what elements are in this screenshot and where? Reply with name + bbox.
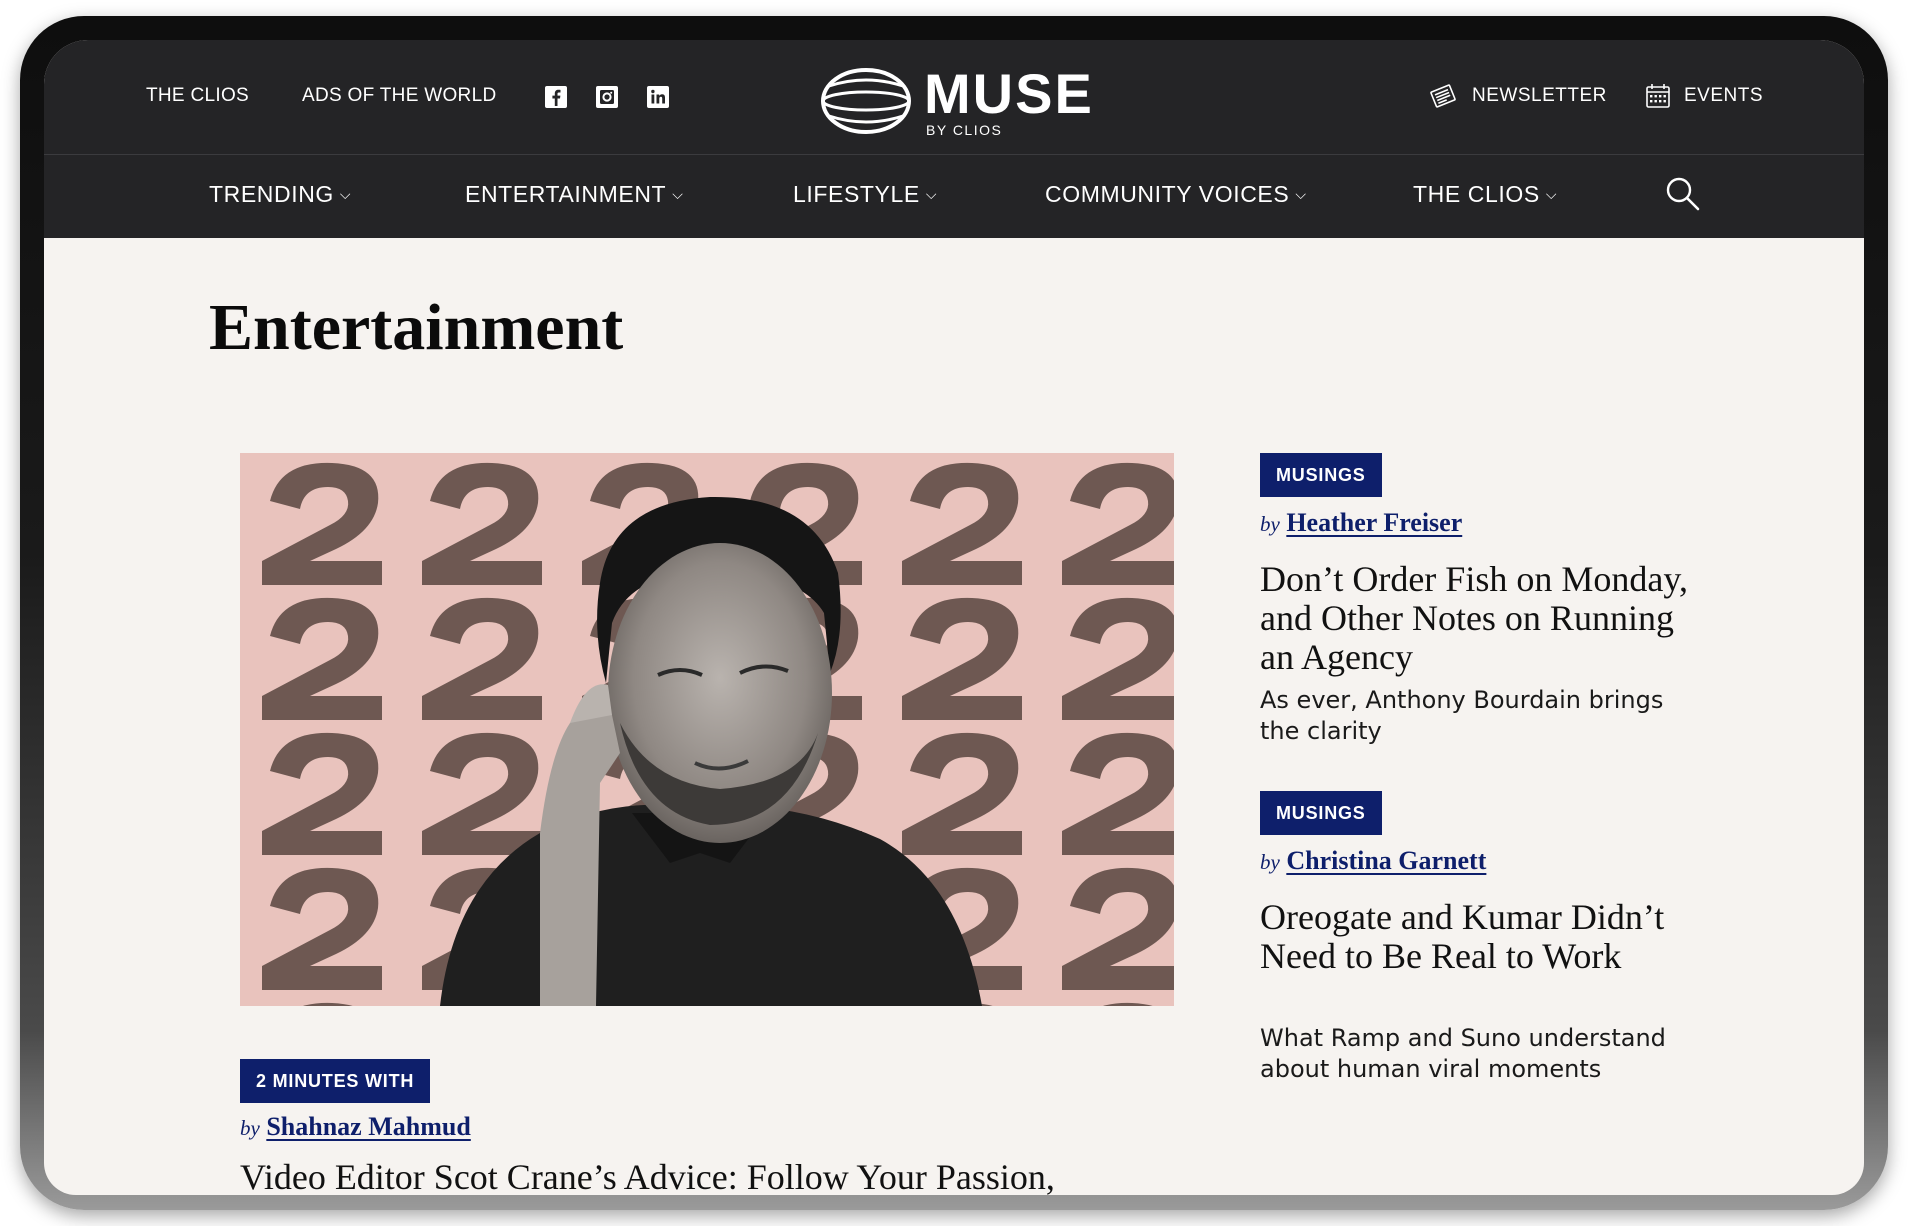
article-2-author-link[interactable]: Christina Garnett xyxy=(1286,846,1486,875)
nav-item-label: THE CLIOS xyxy=(1413,181,1540,207)
chevron-down-icon: ⌵ xyxy=(672,186,684,202)
browser-screen: THE CLIOS ADS OF THE WORLD MUSE BY CLIOS… xyxy=(44,40,1864,1195)
article-2-byline: by Christina Garnett xyxy=(1260,846,1486,876)
article-1-headline[interactable]: Don’t Order Fish on Monday, and Other No… xyxy=(1260,560,1700,677)
article-2-category-badge[interactable]: MUSINGS xyxy=(1260,791,1382,835)
chevron-down-icon: ⌵ xyxy=(1295,186,1307,202)
nav-item-the-clios[interactable]: THE CLIOS ⌵ xyxy=(1413,181,1557,208)
article-1-byline: by Heather Freiser xyxy=(1260,508,1462,538)
byline-prefix: by xyxy=(1260,512,1280,536)
events-link[interactable]: EVENTS xyxy=(1684,85,1763,107)
muse-logo[interactable]: MUSE BY CLIOS xyxy=(819,62,1109,140)
top-bar: THE CLIOS ADS OF THE WORLD MUSE BY CLIOS… xyxy=(44,40,1864,154)
article-1-author-link[interactable]: Heather Freiser xyxy=(1286,508,1462,537)
nav-item-label: ENTERTAINMENT xyxy=(465,181,667,207)
nav-item-community-voices[interactable]: COMMUNITY VOICES ⌵ xyxy=(1045,181,1307,208)
main-nav: TRENDING ⌵ ENTERTAINMENT ⌵ LIFESTYLE ⌵ COMM… xyxy=(44,154,1864,238)
device-frame: THE CLIOS ADS OF THE WORLD MUSE BY CLIOS… xyxy=(20,16,1888,1210)
article-2-headline[interactable]: Oreogate and Kumar Didn’t Need to Be Rea… xyxy=(1260,898,1680,976)
calendar-icon[interactable] xyxy=(1644,82,1672,110)
instagram-icon[interactable] xyxy=(595,85,619,109)
linkedin-icon[interactable] xyxy=(646,85,670,109)
byline-prefix: by xyxy=(240,1116,260,1140)
nav-item-label: COMMUNITY VOICES xyxy=(1045,181,1290,207)
hero-image[interactable] xyxy=(240,453,1174,1006)
page-title: Entertainment xyxy=(209,291,624,364)
nav-item-label: LIFESTYLE xyxy=(793,181,920,207)
nav-item-entertainment[interactable]: ENTERTAINMENT ⌵ xyxy=(465,181,683,208)
nav-item-label: TRENDING xyxy=(209,181,334,207)
newspaper-icon[interactable] xyxy=(1429,82,1457,110)
byline-prefix: by xyxy=(1260,850,1280,874)
top-link-ads-of-the-world[interactable]: ADS OF THE WORLD xyxy=(302,85,496,107)
newsletter-link[interactable]: NEWSLETTER xyxy=(1472,85,1607,107)
top-link-the-clios[interactable]: THE CLIOS xyxy=(146,85,249,107)
chevron-down-icon: ⌵ xyxy=(1545,186,1558,202)
facebook-icon[interactable] xyxy=(544,85,568,109)
logo-wordmark: MUSE xyxy=(924,62,1094,125)
hero-category-badge[interactable]: 2 MINUTES WITH xyxy=(240,1059,431,1103)
nav-item-trending[interactable]: TRENDING ⌵ xyxy=(209,181,351,208)
article-2-dek: What Ramp and Suno understand about huma… xyxy=(1260,1024,1666,1083)
hero-headline[interactable]: Video Editor Scot Crane’s Advice: Follow… xyxy=(240,1155,1180,1195)
nav-item-lifestyle[interactable]: LIFESTYLE ⌵ xyxy=(793,181,937,208)
article-1-dek: As ever, Anthony Bourdain brings the cla… xyxy=(1260,686,1664,745)
globe-icon xyxy=(821,68,911,134)
hero-author-link[interactable]: Shahnaz Mahmud xyxy=(266,1112,470,1141)
chevron-down-icon: ⌵ xyxy=(339,186,352,202)
logo-subtitle: BY CLIOS xyxy=(926,122,1003,138)
hero-photo xyxy=(240,453,1174,1006)
hero-byline: by Shahnaz Mahmud xyxy=(240,1112,471,1142)
chevron-down-icon: ⌵ xyxy=(925,186,938,202)
article-1-category-badge[interactable]: MUSINGS xyxy=(1260,453,1382,497)
search-icon[interactable] xyxy=(1665,176,1701,212)
